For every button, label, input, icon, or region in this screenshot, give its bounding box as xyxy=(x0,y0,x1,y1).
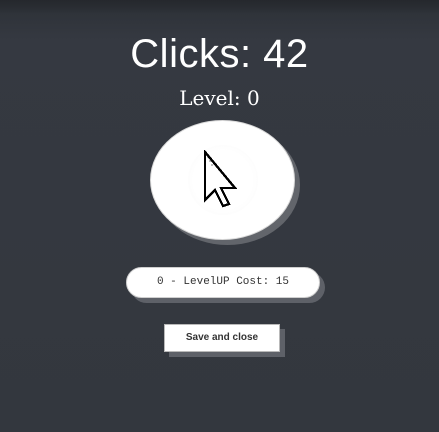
save-and-close-button[interactable]: Save and close xyxy=(164,324,280,352)
mouse-pointer-icon xyxy=(203,150,238,208)
click-button-face xyxy=(187,145,258,215)
click-button[interactable] xyxy=(150,120,295,240)
levelup-button[interactable]: 0 - LevelUP Cost: 15 xyxy=(126,267,320,298)
clicks-counter: Clicks: 42 xyxy=(130,32,309,76)
level-display: Level: 0 xyxy=(179,86,260,110)
top-shade xyxy=(0,0,439,14)
